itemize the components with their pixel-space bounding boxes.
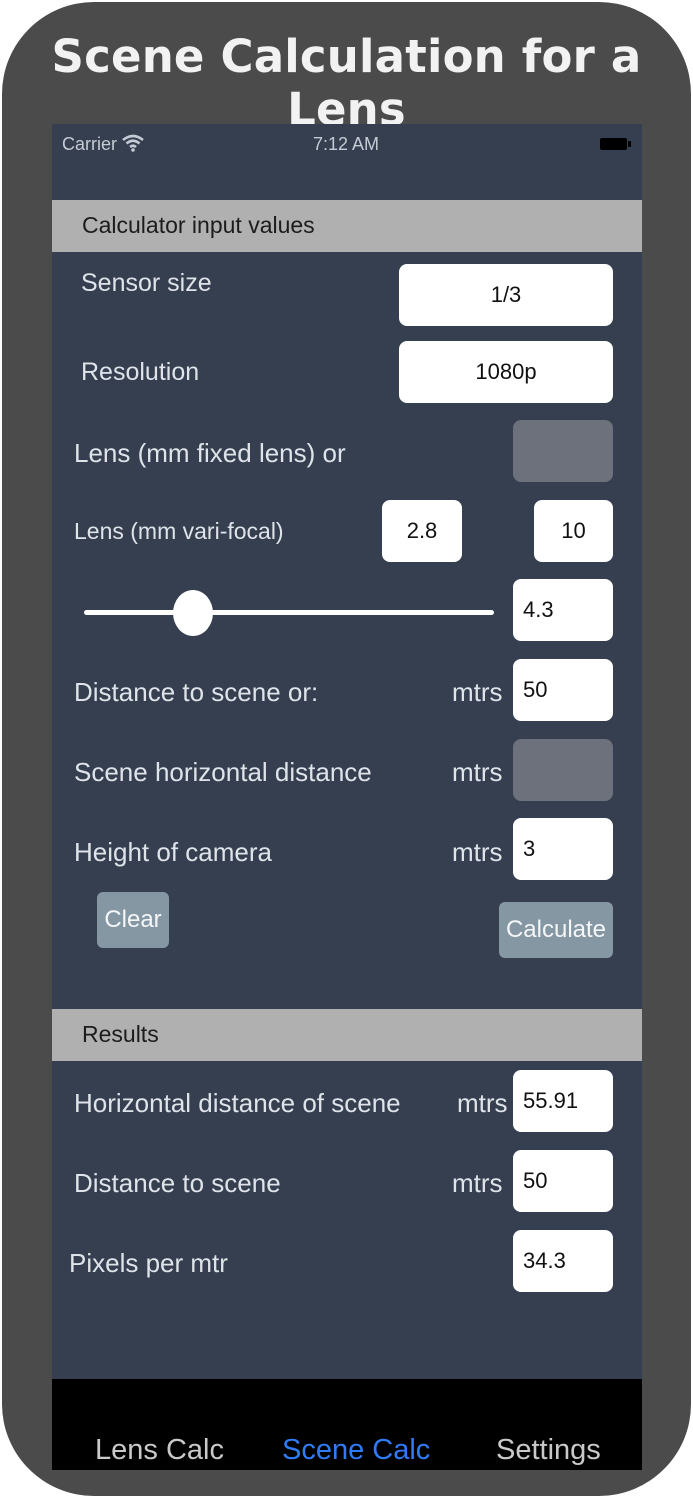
pixels-per-mtr-label: Pixels per mtr	[69, 1248, 228, 1278]
pixels-per-mtr-field[interactable]: 34.3	[513, 1230, 613, 1292]
calculate-button[interactable]: Calculate	[499, 902, 613, 958]
camera-height-field[interactable]: 3	[513, 818, 613, 880]
result-distance-label: Distance to scene	[74, 1168, 281, 1198]
results-section-title: Results	[82, 1021, 159, 1047]
clear-button[interactable]: Clear	[97, 892, 169, 948]
focal-length-field[interactable]: 4.3	[513, 579, 613, 641]
tab-scene-calc[interactable]: Scene Calc	[282, 1434, 430, 1467]
sensor-size-field[interactable]: 1/3	[399, 264, 613, 326]
result-horizontal-unit: mtrs	[457, 1088, 508, 1118]
distance-unit: mtrs	[452, 677, 503, 707]
fixed-lens-label: Lens (mm fixed lens) or	[74, 438, 346, 468]
slider-track	[84, 610, 494, 615]
varifocal-min-field[interactable]: 2.8	[382, 500, 462, 562]
phone-screen: Carrier 7:12 AM Calculator input values …	[52, 124, 642, 1470]
result-distance-unit: mtrs	[452, 1168, 503, 1198]
slider-thumb[interactable]	[173, 590, 213, 636]
result-horizontal-field[interactable]: 55.91	[513, 1070, 613, 1132]
clock-label: 7:12 AM	[313, 134, 380, 154]
fixed-lens-field[interactable]	[513, 420, 613, 482]
tab-settings[interactable]: Settings	[496, 1434, 601, 1467]
tab-bar: Lens Calc Scene Calc Settings	[52, 1379, 642, 1470]
battery-icon	[600, 136, 632, 157]
result-horizontal-label: Horizontal distance of scene	[74, 1088, 401, 1118]
distance-field[interactable]: 50	[513, 659, 613, 721]
varifocal-max-field[interactable]: 10	[534, 500, 613, 562]
carrier-label: Carrier	[62, 134, 118, 154]
resolution-field[interactable]: 1080p	[399, 341, 613, 403]
sensor-size-label: Sensor size	[81, 269, 212, 297]
input-section-header: Calculator input values	[52, 200, 642, 252]
camera-height-unit: mtrs	[452, 837, 503, 867]
distance-label: Distance to scene or:	[74, 677, 319, 707]
resolution-label: Resolution	[81, 358, 200, 386]
camera-height-label: Height of camera	[74, 837, 272, 867]
result-distance-field[interactable]: 50	[513, 1150, 613, 1212]
page-title: Scene Calculation for a Lens	[51, 30, 642, 136]
results-section-header: Results	[52, 1009, 642, 1061]
tab-lens-calc[interactable]: Lens Calc	[95, 1434, 224, 1467]
varifocal-label: Lens (mm vari-focal)	[74, 518, 284, 544]
scene-horizontal-label: Scene horizontal distance	[74, 757, 372, 787]
scene-horizontal-field[interactable]	[513, 739, 613, 801]
focal-length-slider[interactable]	[84, 590, 494, 636]
wifi-icon	[122, 134, 144, 157]
input-section-title: Calculator input values	[82, 212, 315, 238]
scene-horizontal-unit: mtrs	[452, 757, 503, 787]
